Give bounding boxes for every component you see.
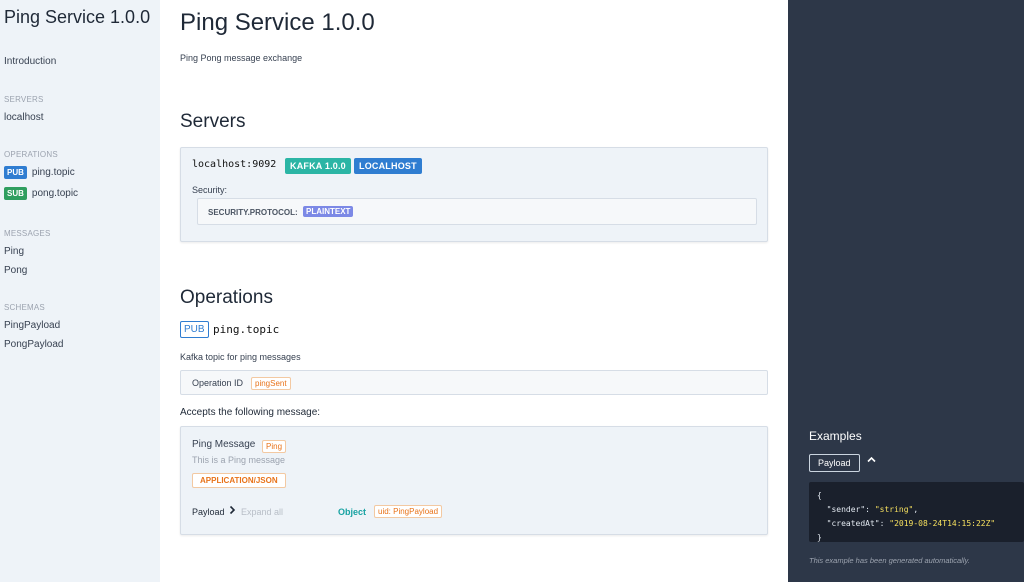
examples-panel: Examples Payload { "sender": "string", "… — [788, 0, 1024, 582]
message-name-tag: Ping — [262, 440, 287, 453]
expand-all-button[interactable]: Expand all — [241, 507, 283, 517]
examples-title: Examples — [809, 429, 862, 443]
sidebar-item-label: ping.topic — [31, 167, 75, 179]
sidebar-item-ping[interactable]: Ping — [4, 246, 24, 257]
sidebar-title[interactable]: Ping Service 1.0.0 — [4, 7, 150, 28]
sidebar-item-pong[interactable]: Pong — [4, 265, 27, 276]
operation-name: ping.topic — [213, 323, 280, 336]
security-box: SECURITY.PROTOCOL: PLAINTEXT — [197, 198, 757, 225]
app-root: Ping Service 1.0.0 Introduction SERVERS … — [0, 0, 1024, 582]
operation-pub-badge: PUB — [180, 321, 209, 338]
message-title: Ping Message — [192, 439, 256, 450]
sidebar-item-pongpayload[interactable]: PongPayload — [4, 339, 64, 350]
sidebar: Ping Service 1.0.0 Introduction SERVERS … — [0, 0, 160, 582]
sidebar-item-label: pong.topic — [31, 188, 79, 200]
sidebar-item-pingpayload[interactable]: PingPayload — [4, 320, 60, 331]
operation-id-tag: pingSent — [251, 377, 291, 390]
sidebar-heading-servers: SERVERS — [4, 95, 44, 104]
chevron-up-icon[interactable] — [867, 455, 876, 466]
operation-id-box: Operation ID pingSent — [180, 370, 768, 395]
sidebar-item-localhost[interactable]: localhost — [4, 112, 43, 123]
security-value-badge: PLAINTEXT — [303, 206, 354, 217]
server-name-badge: LOCALHOST — [354, 158, 422, 174]
code-key-createdat: "createdAt" — [826, 519, 880, 528]
operation-id-label: Operation ID — [192, 378, 244, 388]
page-title: Ping Service 1.0.0 — [180, 9, 375, 36]
accepts-label: Accepts the following message: — [180, 407, 321, 418]
pub-badge: PUB — [4, 166, 27, 179]
security-key: SECURITY.PROTOCOL: — [208, 208, 298, 217]
message-card: Ping Message Ping This is a Ping message… — [180, 426, 768, 535]
payload-uid-tag: uid: PingPayload — [374, 505, 443, 518]
sidebar-heading-messages: MESSAGES — [4, 229, 51, 238]
operations-heading: Operations — [180, 287, 273, 308]
content-type-badge: APPLICATION/JSON — [192, 473, 286, 488]
sidebar-item-ping-topic[interactable]: PUB ping.topic — [4, 166, 75, 179]
servers-heading: Servers — [180, 111, 246, 132]
sidebar-heading-schemas: SCHEMAS — [4, 303, 45, 312]
code-value-createdat: "2019-08-24T14:15:22Z" — [889, 519, 996, 528]
code-brace-open: { — [817, 491, 822, 500]
server-card: localhost:9092 KAFKA 1.0.0 LOCALHOST Sec… — [180, 147, 768, 242]
security-label: Security: — [192, 185, 228, 195]
example-code-block: { "sender": "string", "createdAt": "2019… — [809, 482, 1024, 542]
sidebar-heading-operations: OPERATIONS — [4, 150, 58, 159]
code-value-sender: "string" — [874, 505, 914, 514]
sub-badge: SUB — [4, 187, 27, 200]
server-url: localhost:9092 — [192, 159, 277, 170]
chevron-right-icon[interactable] — [229, 505, 236, 518]
sidebar-item-pong-topic[interactable]: SUB pong.topic — [4, 187, 78, 200]
main-content: Ping Service 1.0.0 Ping Pong message exc… — [160, 0, 788, 582]
example-note: This example has been generated automati… — [809, 556, 970, 565]
protocol-badge: KAFKA 1.0.0 — [285, 158, 351, 174]
message-description: This is a Ping message — [192, 455, 286, 465]
payload-toggle[interactable]: Payload — [192, 507, 225, 517]
payload-example-button[interactable]: Payload — [809, 454, 860, 472]
sidebar-item-introduction[interactable]: Introduction — [4, 56, 56, 67]
code-brace-close: } — [817, 533, 822, 542]
operation-description: Kafka topic for ping messages — [180, 352, 301, 362]
code-key-sender: "sender" — [826, 505, 866, 514]
page-description: Ping Pong message exchange — [180, 53, 303, 63]
payload-type: Object — [338, 507, 367, 517]
